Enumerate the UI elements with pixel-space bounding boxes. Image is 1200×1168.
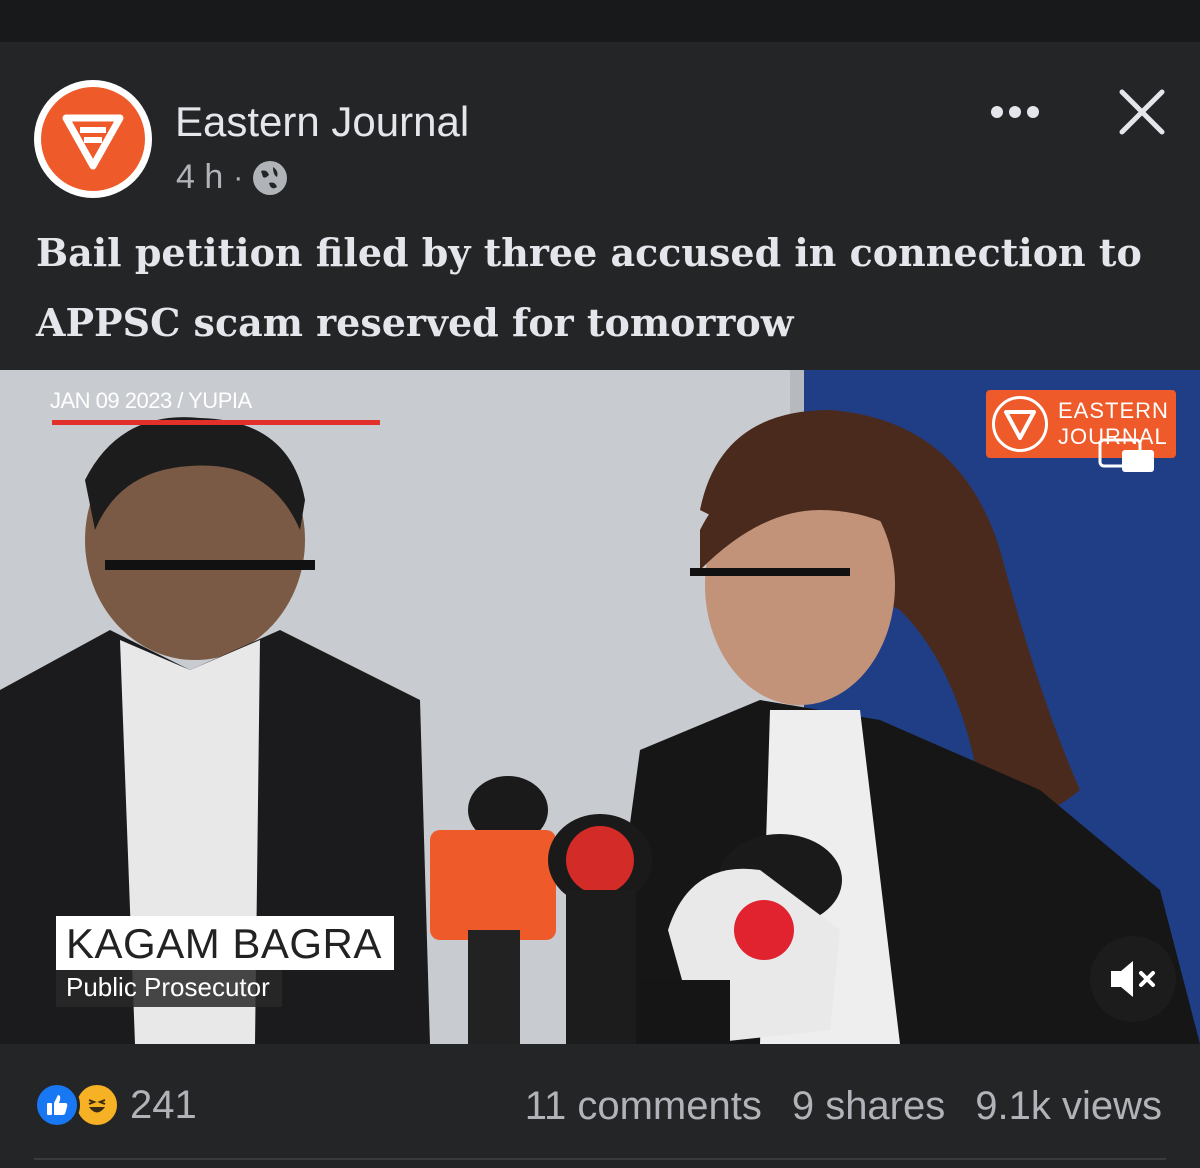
like-icon: [34, 1082, 80, 1128]
post-stats: 11 comments 9 shares 9.1k views: [525, 1084, 1162, 1129]
close-button[interactable]: [1112, 82, 1172, 142]
video-dateline: JAN 09 2023 / YUPIA: [50, 388, 252, 413]
post-footer: 241 11 comments 9 shares 9.1k views: [0, 1044, 1200, 1168]
feed-gap: [0, 24, 1200, 42]
speaker-role: Public Prosecutor: [66, 972, 270, 1002]
footer-divider: [34, 1158, 1166, 1160]
shares-count[interactable]: 9 shares: [792, 1084, 945, 1129]
globe-icon: [253, 160, 288, 195]
post-card: Eastern Journal 4 h · Bail petition file…: [0, 42, 1200, 1168]
picture-in-picture-button[interactable]: [1098, 438, 1156, 474]
speaker-name: KAGAM BAGRA: [66, 920, 382, 967]
reaction-count: 241: [130, 1082, 197, 1127]
meta-separator: ·: [233, 160, 244, 194]
brand-logo-icon: [41, 87, 145, 191]
speaker-name-plate: KAGAM BAGRA: [56, 916, 394, 970]
haha-icon: [74, 1082, 120, 1128]
views-count: 9.1k views: [975, 1084, 1162, 1128]
comments-count[interactable]: 11 comments: [525, 1084, 762, 1129]
post-meta: 4 h ·: [176, 158, 288, 197]
speaker-role-plate: Public Prosecutor: [56, 970, 282, 1007]
post-headline[interactable]: Bail petition filed by three accused in …: [36, 218, 1176, 358]
unmute-button[interactable]: [1090, 936, 1176, 1022]
page-avatar[interactable]: [34, 80, 152, 198]
close-icon: [1119, 89, 1165, 135]
more-horizontal-icon: [991, 106, 1003, 118]
volume-muted-icon: [1111, 961, 1155, 997]
page-name[interactable]: Eastern Journal: [175, 98, 469, 146]
top-strip: [0, 0, 1200, 24]
post-time[interactable]: 4 h: [176, 158, 223, 197]
more-options-button[interactable]: [985, 94, 1045, 130]
reactions-summary[interactable]: 241: [34, 1082, 197, 1128]
watermark-text-line1: EASTERN: [1058, 398, 1169, 423]
picture-in-picture-icon: [1098, 438, 1154, 472]
dateline-underline: [52, 420, 380, 425]
video-player[interactable]: JAN 09 2023 / YUPIA EASTERN JOURNAL KAGA…: [0, 370, 1200, 1044]
watermark-logo-icon: [992, 396, 1048, 452]
